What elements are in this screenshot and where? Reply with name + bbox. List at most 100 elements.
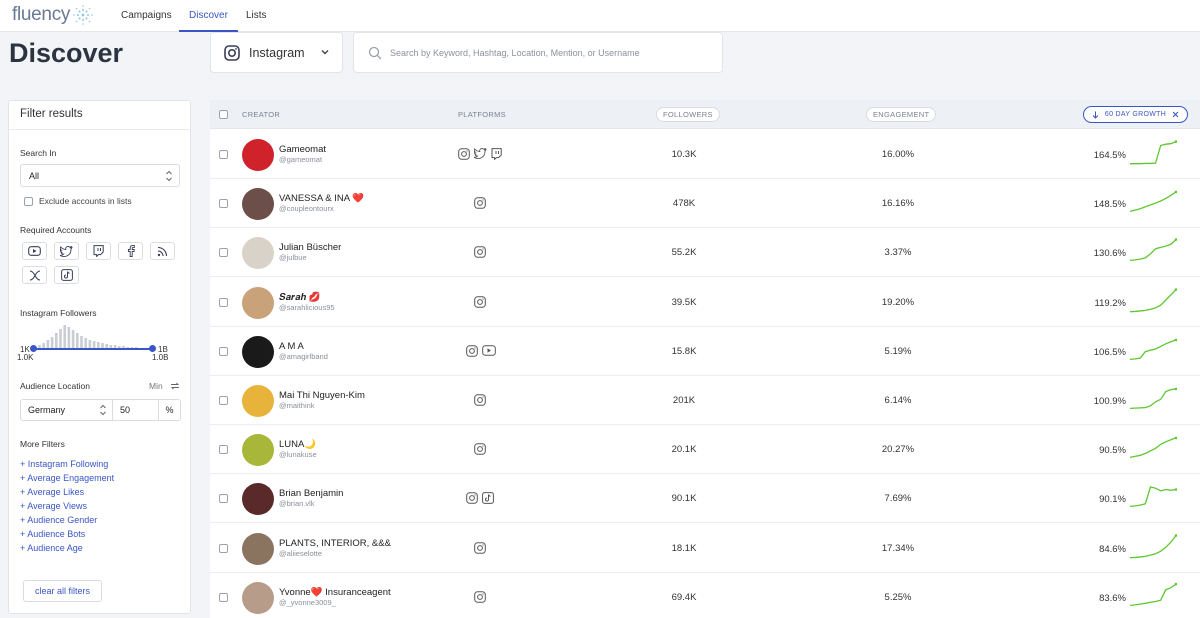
filter-link-audience-age[interactable]: + Audience Age: [20, 543, 83, 553]
creator-handle: @_yvonne3009_: [279, 597, 336, 607]
required-twitter-button[interactable]: [54, 242, 79, 260]
growth-sparkline: [1129, 287, 1177, 312]
select-all-checkbox[interactable]: [219, 110, 228, 119]
header-creator[interactable]: CREATOR: [242, 110, 280, 119]
avatar[interactable]: [242, 434, 274, 467]
creator-name[interactable]: PLANTS, INTERIOR, &&&: [279, 538, 391, 549]
table-row[interactable]: 𝑺𝒂𝒓𝒂𝒉 💋 @sarahlicious95 39.5K 19.20% 119…: [210, 278, 1200, 327]
engagement-rate: 16.00%: [881, 149, 915, 160]
row-checkbox[interactable]: [219, 297, 228, 307]
row-checkbox[interactable]: [219, 346, 228, 356]
row-checkbox[interactable]: [219, 543, 228, 553]
row-checkbox[interactable]: [219, 494, 228, 504]
results-table: CREATOR PLATFORMS FOLLOWERS ENGAGEMENT 6…: [210, 100, 1200, 618]
filter-link-audience-gender[interactable]: + Audience Gender: [20, 515, 97, 525]
row-checkbox[interactable]: [219, 445, 228, 455]
sparkline-path: [1129, 288, 1177, 312]
more-filters-label: More Filters: [20, 439, 65, 449]
fluency-logo[interactable]: fluency: [12, 4, 94, 26]
audience-percent-input[interactable]: 50: [120, 405, 130, 415]
followers-slider-max-handle[interactable]: [149, 345, 156, 352]
table-row[interactable]: Mai Thi Nguyen-Kim @maithink 201K 6.14% …: [210, 376, 1200, 425]
filter-link-average-views[interactable]: + Average Views: [20, 501, 87, 511]
avatar[interactable]: [242, 385, 274, 417]
table-row[interactable]: Yvonne❤️ Insuranceagent @_yvonne3009_ 69…: [210, 573, 1200, 618]
table-row[interactable]: LUNA🌙 @lunakuse 20.1K 20.27% 90.5%: [210, 425, 1200, 475]
clear-all-filters-button[interactable]: clear all filters: [23, 580, 102, 602]
row-checkbox[interactable]: [219, 592, 228, 602]
growth-value: 106.5%: [1093, 346, 1126, 358]
table-row[interactable]: A M A @amagirlband 15.8K 5.19% 106.5%: [210, 327, 1200, 376]
required-facebook-button[interactable]: [118, 242, 143, 260]
header-platforms: PLATFORMS: [458, 110, 506, 119]
followers-slider-track[interactable]: [33, 348, 152, 350]
x-icon: [29, 269, 40, 281]
growth-value: 148.5%: [1093, 199, 1126, 211]
creator-name[interactable]: Yvonne❤️ Insuranceagent: [279, 587, 391, 598]
growth-value: 83.6%: [1099, 592, 1126, 604]
instagram-icon: [474, 295, 486, 311]
tiktok-icon: [482, 492, 494, 507]
creator-name[interactable]: VANESSA & INA ❤️: [279, 193, 364, 204]
avatar[interactable]: [242, 286, 274, 319]
creator-name[interactable]: 𝑺𝒂𝒓𝒂𝒉 💋: [279, 292, 321, 303]
engagement-rate: 17.34%: [881, 542, 915, 554]
row-checkbox[interactable]: [219, 150, 228, 159]
header-engagement[interactable]: ENGAGEMENT: [866, 107, 937, 122]
growth-sparkline: [1129, 190, 1177, 213]
tab-campaigns[interactable]: Campaigns: [111, 0, 182, 32]
search-input[interactable]: [390, 47, 710, 58]
table-row[interactable]: VANESSA & INA ❤️ @coupleontourx 478K 16.…: [210, 179, 1200, 229]
followers-slider-min-handle[interactable]: [30, 345, 37, 352]
filter-link-instagram-following[interactable]: + Instagram Following: [20, 459, 108, 469]
table-row[interactable]: PLANTS, INTERIOR, &&& @aliieselotte 18.1…: [210, 524, 1200, 573]
creator-name[interactable]: Brian Benjamin: [279, 488, 343, 499]
tab-lists[interactable]: Lists: [236, 0, 277, 32]
table-row[interactable]: Gameomat @gameomat 10.3K 16.00% 164.5%: [210, 130, 1200, 179]
close-icon[interactable]: [1172, 111, 1179, 118]
avatar[interactable]: [242, 532, 274, 565]
required-youtube-button[interactable]: [22, 242, 47, 260]
creator-name[interactable]: Gameomat: [279, 144, 326, 155]
required-twitch-button[interactable]: [86, 242, 111, 260]
audience-country-select[interactable]: Germany: [21, 400, 113, 420]
sparkline-path: [1130, 140, 1177, 165]
row-checkbox[interactable]: [219, 199, 228, 209]
followers-count: 55.2K: [671, 247, 697, 259]
required-rss-button[interactable]: [150, 242, 175, 260]
avatar[interactable]: [242, 188, 274, 221]
avatar[interactable]: [242, 483, 274, 516]
creator-handle: @maithink: [279, 401, 315, 410]
filter-link-audience-bots[interactable]: + Audience Bots: [20, 529, 85, 539]
creator-handle: @amagirlband: [279, 351, 328, 361]
table-row[interactable]: Julian Büscher @julbue 55.2K 3.37% 130.6…: [210, 228, 1200, 278]
sparkline-end-dot: [1174, 488, 1177, 492]
platform-icons: [474, 590, 486, 606]
search-in-select[interactable]: All: [20, 164, 180, 187]
exclude-accounts-checkbox[interactable]: [24, 196, 33, 206]
creator-name[interactable]: Mai Thi Nguyen-Kim: [279, 390, 365, 401]
required-tiktok-button[interactable]: [54, 266, 79, 284]
row-checkbox[interactable]: [219, 248, 228, 258]
row-checkbox[interactable]: [219, 396, 228, 405]
table-row[interactable]: Brian Benjamin @brian.vlk 90.1K 7.69% 90…: [210, 474, 1200, 524]
creator-name[interactable]: A M A: [279, 341, 304, 352]
header-60-day-growth[interactable]: 60 DAY GROWTH: [1083, 106, 1188, 123]
search-in-value: All: [29, 171, 40, 181]
creator-name[interactable]: LUNA🌙: [279, 439, 316, 450]
exclude-accounts-row[interactable]: Exclude accounts in lists: [24, 196, 132, 206]
avatar[interactable]: [242, 335, 274, 368]
growth-sparkline: [1129, 582, 1177, 606]
required-x-button[interactable]: [22, 266, 47, 284]
avatar[interactable]: [242, 139, 274, 171]
tab-discover[interactable]: Discover: [179, 0, 238, 32]
creator-name[interactable]: Julian Büscher: [279, 242, 341, 253]
swap-arrows-icon[interactable]: [170, 381, 180, 391]
filter-link-average-likes[interactable]: + Average Likes: [20, 487, 84, 497]
avatar[interactable]: [242, 581, 274, 614]
header-followers[interactable]: FOLLOWERS: [656, 107, 720, 122]
platform-select[interactable]: Instagram: [210, 32, 343, 73]
search-icon: [368, 46, 382, 59]
avatar[interactable]: [242, 237, 274, 270]
filter-link-average-engagement[interactable]: + Average Engagement: [20, 473, 114, 483]
